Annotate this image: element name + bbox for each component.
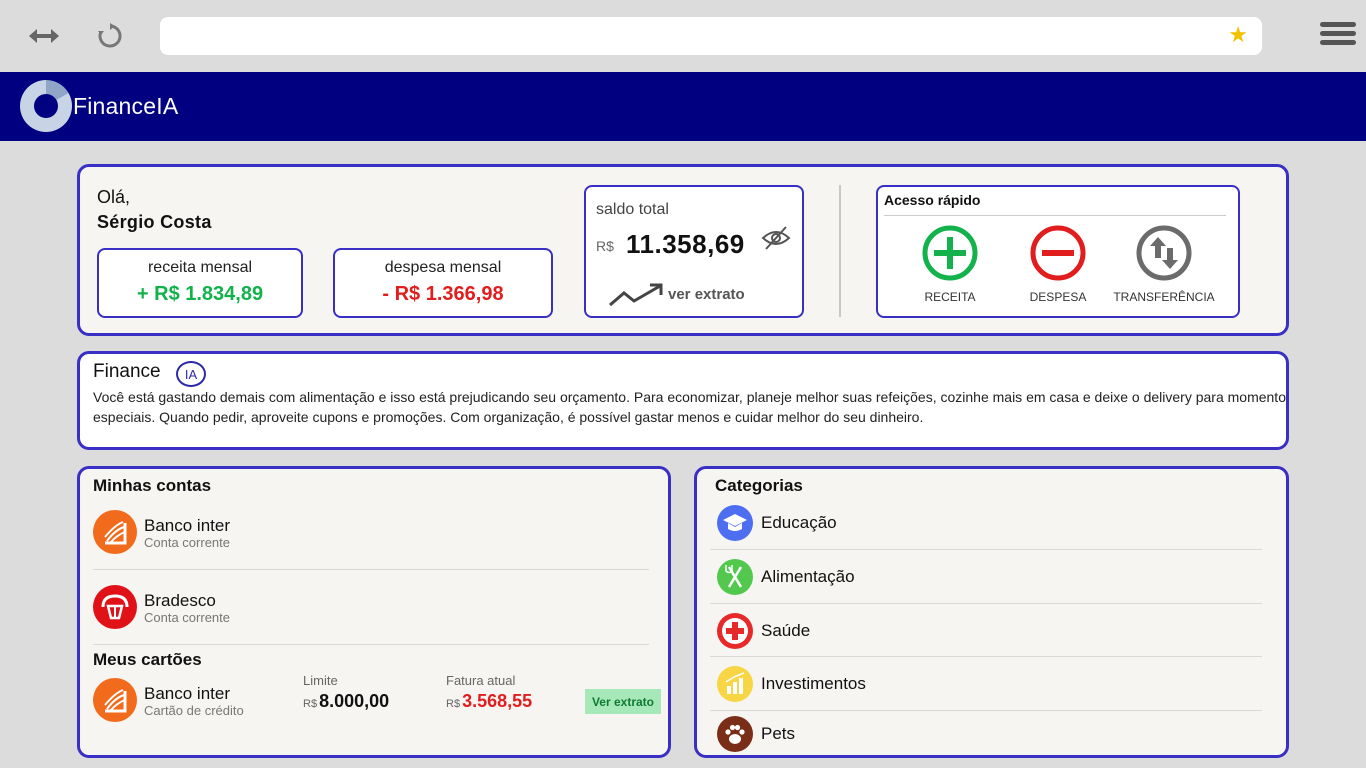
income-label: receita mensal [147, 259, 253, 276]
expense-card: despesa mensal - R$ 1.366,98 [333, 248, 553, 318]
cards-title: Meus cartões [93, 650, 202, 669]
card-limit-label: Limite [303, 673, 338, 688]
back-forward-icon[interactable] [27, 20, 61, 52]
ai-message: Você está gastando demais com alimentaçã… [93, 389, 1289, 425]
categories-title: Categorias [715, 476, 803, 495]
banco-inter-logo [93, 510, 137, 554]
quick-action-label: DESPESA [1029, 290, 1087, 304]
categories-panel: Categorias Educação Alimentação Saúde In… [694, 466, 1289, 758]
divider [93, 569, 649, 570]
app-title: FinanceIA [73, 93, 179, 119]
quick-access-title: Acesso rápido [884, 192, 981, 208]
limit-amount: 8.000,00 [319, 691, 390, 711]
view-statement-link[interactable]: ver extrato [668, 286, 745, 303]
category-name: Alimentação [761, 567, 855, 586]
category-name: Saúde [761, 621, 811, 640]
quick-action-label: TRANSFERÊNCIA [1113, 290, 1215, 304]
divider [710, 656, 1262, 657]
currency-label: R$ [446, 698, 461, 710]
ai-insight-panel: Finance IA Você está gastando demais com… [77, 351, 1289, 450]
divider [839, 185, 841, 317]
ai-title: Finance [93, 361, 161, 382]
category-alimentacao[interactable]: Alimentação [715, 557, 1265, 597]
medical-cross-icon [717, 613, 753, 649]
card-invoice-label: Fatura atual [446, 673, 516, 688]
category-name: Pets [761, 724, 796, 743]
divider [710, 603, 1262, 604]
currency-label: R$ [303, 698, 318, 710]
card-invoice-value: R$ 3.568,55 [446, 691, 532, 712]
menu-icon[interactable] [1320, 22, 1356, 48]
transfer-arrows-icon [1136, 225, 1192, 281]
divider [710, 710, 1262, 711]
minus-circle-icon [1030, 225, 1086, 281]
divider [710, 549, 1262, 550]
add-income-button[interactable]: RECEITA [900, 225, 1000, 304]
account-name: Banco inter [144, 516, 230, 535]
card-type: Cartão de crédito [144, 703, 244, 718]
income-card: receita mensal + R$ 1.834,89 [97, 248, 303, 318]
user-name: Sérgio Costa [97, 212, 212, 232]
bradesco-logo [93, 585, 137, 629]
quick-action-label: RECEITA [924, 290, 976, 304]
greeting: Olá, [97, 187, 131, 207]
view-card-statement-button[interactable]: Ver extrato [585, 689, 661, 714]
account-item-bradesco[interactable]: Bradesco Conta corrente [93, 585, 653, 631]
app-logo [20, 80, 72, 132]
reload-icon[interactable] [93, 20, 127, 52]
accounts-title: Minhas contas [93, 476, 212, 495]
account-type: Conta corrente [144, 535, 230, 550]
card-limit-value: R$ 8.000,00 [303, 691, 389, 712]
banco-inter-logo [93, 678, 137, 722]
balance-amount: 11.358,69 [626, 229, 745, 259]
plus-circle-icon [922, 225, 978, 281]
bar-chart-icon [717, 666, 753, 702]
income-value: + R$ 1.834,89 [136, 283, 264, 305]
account-type: Conta corrente [144, 610, 230, 625]
account-name: Bradesco [144, 591, 216, 610]
card-name: Banco inter [144, 684, 230, 703]
trend-up-icon [608, 283, 664, 314]
expense-label: despesa mensal [384, 259, 502, 276]
divider [884, 215, 1226, 216]
summary-panel: Olá, Sérgio Costa receita mensal + R$ 1.… [77, 164, 1289, 336]
add-expense-button[interactable]: DESPESA [1008, 225, 1108, 304]
accounts-panel: Minhas contas Banco inter Conta corrente… [77, 466, 671, 758]
account-item-banco-inter[interactable]: Banco inter Conta corrente [93, 510, 653, 556]
graduation-cap-icon [717, 505, 753, 541]
category-investimentos[interactable]: Investimentos [715, 664, 1265, 704]
paw-icon [717, 716, 753, 752]
invoice-amount: 3.568,55 [462, 691, 533, 711]
bookmark-star-icon[interactable]: ★ [1228, 24, 1248, 46]
fork-knife-icon [717, 559, 753, 595]
browser-toolbar: ★ [0, 0, 1366, 72]
category-pets[interactable]: Pets [715, 714, 1265, 754]
quick-access-card: Acesso rápido RECEITA DESPESA TRANSFERÊN… [876, 185, 1240, 318]
expense-value: - R$ 1.366,98 [382, 283, 504, 305]
address-bar[interactable]: ★ [160, 17, 1262, 55]
category-name: Investimentos [761, 674, 866, 693]
balance-currency: R$ [596, 238, 614, 254]
category-name: Educação [761, 513, 837, 532]
balance-card: saldo total R$ 11.358,69 ver extrato [584, 185, 804, 318]
category-saude[interactable]: Saúde [715, 611, 1265, 651]
hide-balance-icon[interactable] [761, 225, 791, 256]
transfer-button[interactable]: TRANSFERÊNCIA [1112, 225, 1216, 304]
app-header: FinanceIA [0, 72, 1366, 141]
divider [93, 644, 649, 645]
ai-badge: IA [176, 361, 206, 387]
balance-label: saldo total [596, 201, 669, 218]
category-educacao[interactable]: Educação [715, 503, 1265, 543]
